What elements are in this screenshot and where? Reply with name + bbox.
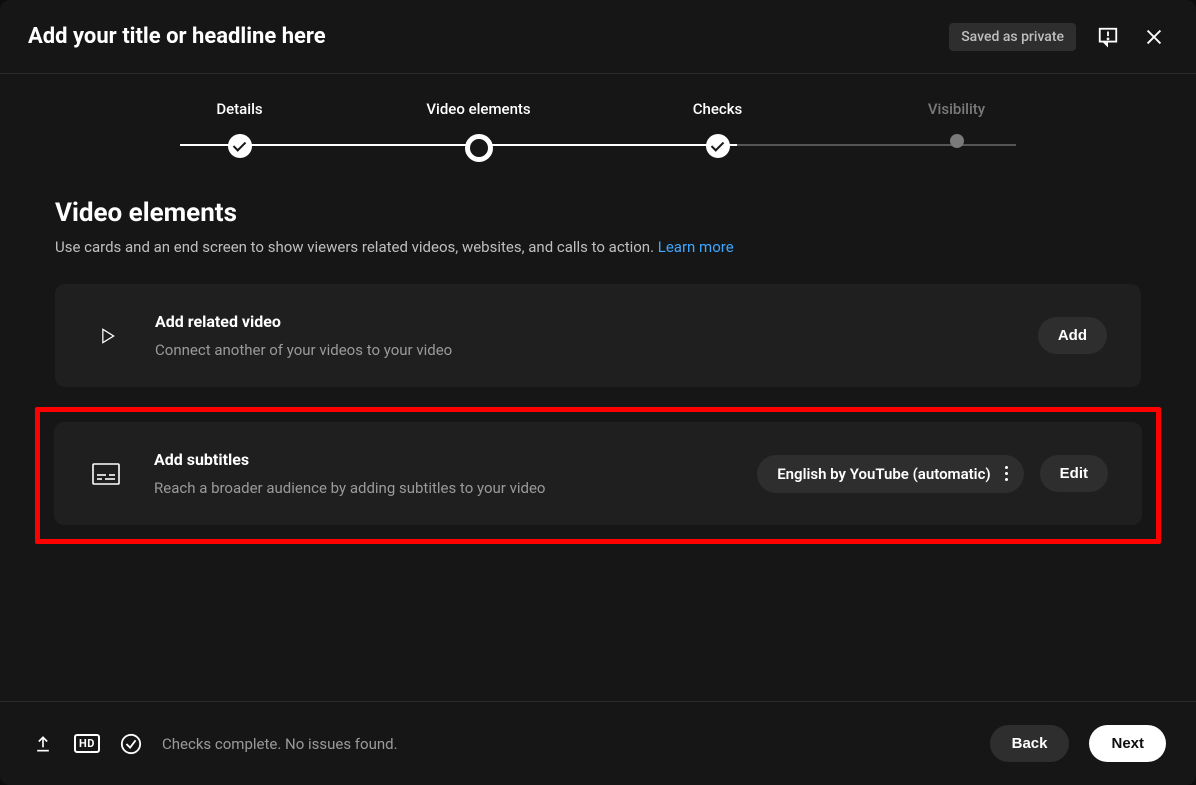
card-related-video: Add related video Connect another of you… xyxy=(55,284,1141,387)
step-visibility[interactable]: Visibility xyxy=(837,100,1076,148)
checks-status-text: Checks complete. No issues found. xyxy=(162,735,398,753)
step-node-check-icon xyxy=(228,134,252,158)
close-icon[interactable] xyxy=(1140,23,1168,51)
footer-status-area: HD Checks complete. No issues found. xyxy=(30,731,398,757)
step-label: Video elements xyxy=(426,100,530,118)
saved-status-chip: Saved as private xyxy=(949,23,1076,51)
play-outline-icon xyxy=(89,326,125,346)
upload-dialog: Add your title or headline here Saved as… xyxy=(0,0,1196,785)
edit-button[interactable]: Edit xyxy=(1040,455,1108,492)
learn-more-link[interactable]: Learn more xyxy=(658,238,734,256)
dialog-footer: HD Checks complete. No issues found. Bac… xyxy=(0,701,1196,785)
section-title: Video elements xyxy=(55,198,1141,228)
dialog-title: Add your title or headline here xyxy=(28,24,326,49)
more-options-icon[interactable] xyxy=(1003,466,1010,481)
subtitle-language-chip[interactable]: English by YouTube (automatic) xyxy=(757,455,1023,493)
dialog-header: Add your title or headline here Saved as… xyxy=(0,0,1196,74)
step-node-inactive-icon xyxy=(950,134,964,148)
hd-icon: HD xyxy=(74,731,100,757)
step-label: Details xyxy=(216,100,262,118)
main-content: Video elements Use cards and an end scre… xyxy=(0,162,1196,701)
header-actions: Saved as private xyxy=(949,23,1168,51)
next-button[interactable]: Next xyxy=(1089,725,1166,762)
check-circle-icon xyxy=(118,731,144,757)
step-checks[interactable]: Checks xyxy=(598,100,837,158)
step-details[interactable]: Details xyxy=(120,100,359,158)
card-description: Reach a broader audience by adding subti… xyxy=(154,479,727,497)
card-add-subtitles: Add subtitles Reach a broader audience b… xyxy=(54,422,1142,525)
step-node-check-icon xyxy=(706,134,730,158)
subtitle-language-label: English by YouTube (automatic) xyxy=(777,465,990,483)
highlight-annotation: Add subtitles Reach a broader audience b… xyxy=(35,407,1161,544)
step-label: Checks xyxy=(693,100,743,118)
add-button[interactable]: Add xyxy=(1038,317,1107,354)
card-title: Add subtitles xyxy=(154,450,727,469)
subtitles-icon xyxy=(88,463,124,485)
back-button[interactable]: Back xyxy=(990,725,1070,762)
step-label: Visibility xyxy=(928,100,985,118)
step-node-current-icon xyxy=(465,134,493,162)
section-description: Use cards and an end screen to show view… xyxy=(55,238,1141,256)
section-description-text: Use cards and an end screen to show view… xyxy=(55,238,658,256)
card-title: Add related video xyxy=(155,312,1008,331)
stepper: Details Video elements Checks Visibility xyxy=(0,74,1196,162)
feedback-icon[interactable] xyxy=(1094,23,1122,51)
step-video-elements[interactable]: Video elements xyxy=(359,100,598,162)
upload-icon[interactable] xyxy=(30,731,56,757)
card-description: Connect another of your videos to your v… xyxy=(155,341,1008,359)
